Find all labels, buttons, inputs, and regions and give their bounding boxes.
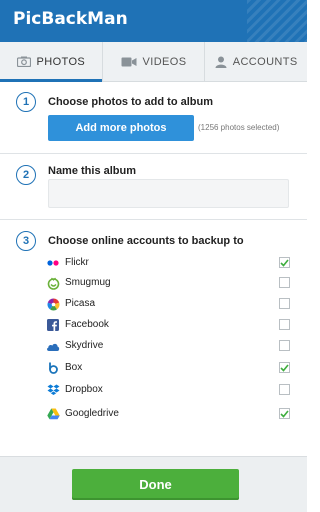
account-row-facebook[interactable]: Facebook [44,315,294,335]
account-row-box[interactable]: Box [44,358,294,378]
user-icon [215,56,227,68]
checkmark-icon [280,258,289,267]
account-checkbox[interactable] [279,277,290,288]
account-row-dropbox[interactable]: Dropbox [44,380,294,400]
checkmark-icon [280,409,289,418]
video-camera-icon [121,57,137,67]
footer-bar: Done [0,456,307,512]
header-decoration [247,0,307,42]
account-label: Picasa [65,298,96,309]
tab-photos-label: PHOTOS [36,55,86,68]
account-checkbox[interactable] [279,340,290,351]
divider [0,219,307,220]
account-label: Smugmug [65,277,111,288]
app-bar: PicBackMan [0,0,307,42]
flickr-icon [46,256,60,270]
account-row-picasa[interactable]: Picasa [44,294,294,314]
camera-icon [16,56,31,67]
account-row-skydrive[interactable]: Skydrive [44,336,294,356]
step-1-number: 1 [16,92,36,112]
account-checkbox[interactable] [279,319,290,330]
account-label: Googledrive [65,408,119,419]
checkmark-icon [280,363,289,372]
step-1-title: Choose photos to add to album [48,96,213,108]
account-row-googledrive[interactable]: Googledrive [44,404,294,424]
dropbox-icon [46,383,60,397]
tab-photos[interactable]: PHOTOS [0,42,103,82]
account-label: Facebook [65,319,109,330]
tab-videos-label: VIDEOS [142,55,187,68]
tab-accounts-label: ACCOUNTS [232,55,298,68]
account-label: Skydrive [65,340,104,351]
account-checkbox[interactable] [279,408,290,419]
divider [0,153,307,154]
skydrive-icon [46,339,60,353]
account-checkbox[interactable] [279,298,290,309]
smugmug-icon [46,276,60,290]
tab-accounts[interactable]: ACCOUNTS [205,42,307,81]
step-3-title: Choose online accounts to backup to [48,235,244,247]
account-row-smugmug[interactable]: Smugmug [44,273,294,293]
account-row-flickr[interactable]: Flickr [44,253,294,273]
facebook-icon [46,318,60,332]
add-more-photos-button[interactable]: Add more photos [48,115,194,141]
account-checkbox[interactable] [279,257,290,268]
done-button[interactable]: Done [72,469,239,500]
box-icon [46,361,60,375]
account-label: Flickr [65,257,89,268]
tab-bar: PHOTOS VIDEOS ACCOUNTS [0,42,307,82]
step-2-title: Name this album [48,165,137,177]
step-3-number: 3 [16,231,36,251]
step-2-number: 2 [16,165,36,185]
account-label: Box [65,362,83,373]
picasa-icon [46,297,60,311]
album-name-input[interactable] [48,179,289,208]
photo-count-label: (1256 photos selected) [198,123,280,132]
app-title: PicBackMan [13,9,128,29]
account-checkbox[interactable] [279,362,290,373]
account-checkbox[interactable] [279,384,290,395]
tab-videos[interactable]: VIDEOS [103,42,206,81]
account-label: Dropbox [65,384,103,395]
googledrive-icon [46,407,60,421]
